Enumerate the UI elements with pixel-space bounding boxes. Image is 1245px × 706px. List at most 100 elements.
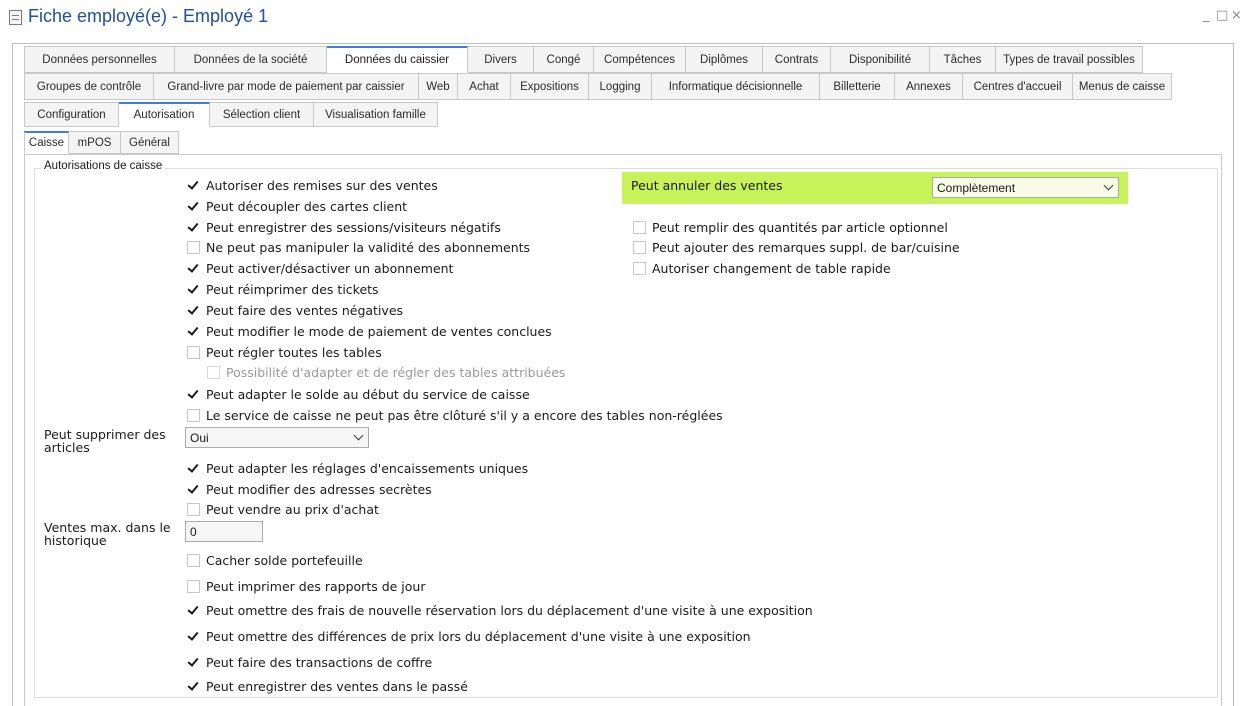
checkbox-omettre-differences[interactable]: Peut omettre des différences de prix lor… bbox=[187, 627, 751, 645]
tab-expositions[interactable]: Expositions bbox=[511, 73, 589, 100]
checkbox-label: Peut modifier le mode de paiement de ven… bbox=[206, 323, 552, 339]
checkbox-prix-achat[interactable]: Peut vendre au prix d'achat bbox=[187, 500, 379, 518]
tab-autorisation[interactable]: Autorisation bbox=[119, 102, 210, 127]
ventes-max-input[interactable]: 0 bbox=[185, 521, 263, 542]
tab-billetterie[interactable]: Billetterie bbox=[820, 73, 895, 100]
checkbox-icon[interactable] bbox=[187, 604, 200, 617]
checkbox-icon[interactable] bbox=[187, 553, 200, 567]
tab-groupes-controle[interactable]: Groupes de contrôle bbox=[24, 73, 154, 100]
checkbox-icon[interactable] bbox=[187, 680, 200, 693]
checkbox-icon[interactable] bbox=[633, 261, 646, 275]
tab-caisse[interactable]: Caisse bbox=[24, 131, 69, 154]
checkbox-activer-abonnement[interactable]: Peut activer/désactiver un abonnement bbox=[187, 259, 453, 277]
tab-divers[interactable]: Divers bbox=[468, 46, 534, 73]
tab-diplomes[interactable]: Diplômes bbox=[686, 46, 763, 73]
tab-centres-accueil[interactable]: Centres d'accueil bbox=[963, 73, 1073, 100]
checkbox-label: Le service de caisse ne peut pas être cl… bbox=[206, 407, 723, 423]
checkbox-icon[interactable] bbox=[187, 502, 200, 516]
checkbox-icon[interactable] bbox=[187, 179, 200, 192]
tab-web[interactable]: Web bbox=[419, 73, 458, 100]
checkbox-icon[interactable] bbox=[187, 656, 200, 669]
tab-mpos[interactable]: mPOS bbox=[69, 131, 121, 154]
tab-annexes[interactable]: Annexes bbox=[895, 73, 963, 100]
checkbox-icon[interactable] bbox=[187, 221, 200, 234]
sub-sub-tabs: Caisse mPOS Général bbox=[24, 131, 179, 154]
checkbox-adresses-secretes[interactable]: Peut modifier des adresses secrètes bbox=[187, 480, 432, 498]
tab-general[interactable]: Général bbox=[121, 131, 179, 154]
tab-logging[interactable]: Logging bbox=[589, 73, 652, 100]
tab-informatique-decisionnelle[interactable]: Informatique décisionnelle bbox=[652, 73, 820, 100]
main-tabs-row-2: Groupes de contrôle Grand-livre par mode… bbox=[24, 73, 1172, 100]
checkbox-label: Peut faire des ventes négatives bbox=[206, 302, 404, 318]
checkbox-icon[interactable] bbox=[187, 483, 200, 496]
tab-donnees-personnelles[interactable]: Données personnelles bbox=[24, 46, 175, 73]
checkbox-cloture-tables[interactable]: Le service de caisse ne peut pas être cl… bbox=[187, 406, 723, 424]
close-button[interactable]: × bbox=[1231, 8, 1242, 23]
window-title: Fiche employé(e) - Employé 1 bbox=[28, 6, 269, 26]
title-bar: Fiche employé(e) - Employé 1 _ □ × bbox=[0, 0, 1245, 34]
tab-selection-client[interactable]: Sélection client bbox=[210, 102, 314, 127]
annuler-ventes-label: Peut annuler des ventes bbox=[631, 178, 783, 193]
tab-configuration[interactable]: Configuration bbox=[24, 102, 119, 127]
checkbox-label: Peut faire des transactions de coffre bbox=[206, 654, 433, 670]
checkbox-reimprimer-tickets[interactable]: Peut réimprimer des tickets bbox=[187, 280, 379, 298]
checkbox-label: Peut adapter le solde au début du servic… bbox=[206, 386, 530, 402]
checkbox-sessions-negatifs[interactable]: Peut enregistrer des sessions/visiteurs … bbox=[187, 218, 501, 236]
supprimer-articles-select[interactable]: Oui bbox=[185, 427, 369, 448]
checkbox-ventes-passe[interactable]: Peut enregistrer des ventes dans le pass… bbox=[187, 677, 468, 695]
checkbox-regler-tables[interactable]: Peut régler toutes les tables bbox=[187, 343, 382, 361]
checkbox-ventes-negatives[interactable]: Peut faire des ventes négatives bbox=[187, 301, 403, 319]
checkbox-cacher-solde[interactable]: Cacher solde portefeuille bbox=[187, 551, 363, 569]
checkbox-label: Peut adapter les réglages d'encaissement… bbox=[206, 460, 529, 476]
checkbox-icon[interactable] bbox=[187, 262, 200, 275]
tab-visualisation-famille[interactable]: Visualisation famille bbox=[314, 102, 438, 127]
select-value: Oui bbox=[190, 430, 209, 445]
checkbox-label: Peut remplir des quantités par article o… bbox=[652, 219, 948, 235]
annuler-ventes-select[interactable]: Complètement bbox=[932, 177, 1119, 198]
checkbox-tables-attribuees: Possibilité d'adapter et de régler des t… bbox=[207, 363, 565, 381]
checkbox-icon[interactable] bbox=[187, 408, 200, 422]
tab-donnees-caissier[interactable]: Données du caissier bbox=[327, 46, 468, 73]
checkbox-omettre-frais[interactable]: Peut omettre des frais de nouvelle réser… bbox=[187, 601, 813, 619]
checkbox-autoriser-remises[interactable]: Autoriser des remises sur des ventes bbox=[187, 176, 438, 194]
checkbox-encaissements-uniques[interactable]: Peut adapter les réglages d'encaissement… bbox=[187, 459, 528, 477]
maximize-button[interactable]: □ bbox=[1216, 8, 1228, 23]
checkbox-adapter-solde[interactable]: Peut adapter le solde au début du servic… bbox=[187, 385, 530, 403]
checkbox-quantites-optionnel[interactable]: Peut remplir des quantités par article o… bbox=[633, 218, 948, 236]
checkbox-modifier-mode-paiement[interactable]: Peut modifier le mode de paiement de ven… bbox=[187, 322, 552, 340]
checkbox-label: Peut activer/désactiver un abonnement bbox=[206, 260, 454, 276]
checkbox-validite-abonnements[interactable]: Ne peut pas manipuler la validité des ab… bbox=[187, 238, 530, 256]
checkbox-changement-table[interactable]: Autoriser changement de table rapide bbox=[633, 259, 891, 277]
checkbox-icon bbox=[207, 365, 220, 379]
checkbox-icon[interactable] bbox=[187, 325, 200, 338]
checkbox-decoupler-cartes[interactable]: Peut découpler des cartes client bbox=[187, 197, 407, 215]
minimize-button[interactable]: _ bbox=[1203, 8, 1210, 23]
checkbox-icon[interactable] bbox=[187, 345, 200, 359]
tab-grand-livre[interactable]: Grand-livre par mode de paiement par cai… bbox=[154, 73, 419, 100]
checkbox-icon[interactable] bbox=[633, 240, 646, 254]
tab-disponibilite[interactable]: Disponibilité bbox=[831, 46, 930, 73]
checkbox-icon[interactable] bbox=[187, 579, 200, 593]
checkbox-icon[interactable] bbox=[187, 630, 200, 643]
checkbox-remarques-bar[interactable]: Peut ajouter des remarques suppl. de bar… bbox=[633, 238, 960, 256]
checkbox-rapports-jour[interactable]: Peut imprimer des rapports de jour bbox=[187, 577, 426, 595]
tab-menus-caisse[interactable]: Menus de caisse bbox=[1073, 73, 1172, 100]
supprimer-articles-label: Peut supprimer des articles bbox=[44, 427, 166, 455]
tab-competences[interactable]: Compétences bbox=[594, 46, 686, 73]
checkbox-icon[interactable] bbox=[633, 220, 646, 234]
checkbox-icon[interactable] bbox=[187, 304, 200, 317]
checkbox-label: Peut omettre des frais de nouvelle réser… bbox=[206, 602, 813, 618]
checkbox-icon[interactable] bbox=[187, 240, 200, 254]
tab-contrats[interactable]: Contrats bbox=[763, 46, 831, 73]
tab-taches[interactable]: Tâches bbox=[930, 46, 996, 73]
checkbox-transactions-coffre[interactable]: Peut faire des transactions de coffre bbox=[187, 653, 432, 671]
tab-types-travail[interactable]: Types de travail possibles bbox=[996, 46, 1143, 73]
chevron-down-icon bbox=[1103, 180, 1114, 191]
checkbox-icon[interactable] bbox=[187, 462, 200, 475]
checkbox-icon[interactable] bbox=[187, 388, 200, 401]
tab-donnees-societe[interactable]: Données de la société bbox=[175, 46, 327, 73]
checkbox-icon[interactable] bbox=[187, 283, 200, 296]
checkbox-icon[interactable] bbox=[187, 200, 200, 213]
tab-achat[interactable]: Achat bbox=[458, 73, 511, 100]
tab-conge[interactable]: Congé bbox=[534, 46, 594, 73]
